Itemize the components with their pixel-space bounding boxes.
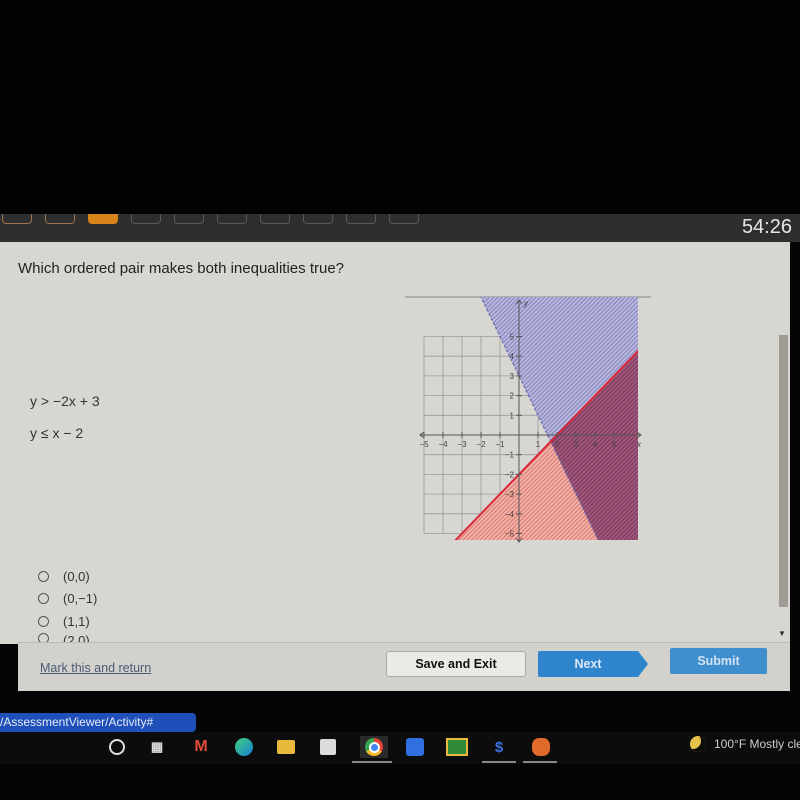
choice-option[interactable]: (0,0) [38,565,97,588]
y-tick-label: −4 [505,510,515,519]
next-button[interactable]: Next [538,651,638,677]
file-explorer-icon[interactable] [275,736,297,758]
progress-box-todo[interactable] [260,214,290,224]
google-classroom-icon[interactable] [446,736,468,758]
y-tick-label: 5 [510,333,515,342]
next-arrow-icon[interactable] [638,651,648,677]
app-running-indicator [523,761,557,763]
y-tick-label: 4 [510,352,515,361]
choice-option[interactable]: (2,0) [38,632,97,643]
x-tick-label: −5 [419,440,429,449]
answer-choices: (0,0) (0,−1) (1,1) (2,0) [38,565,97,643]
progress-box-todo[interactable] [217,214,247,224]
progress-box-todo[interactable] [389,214,419,224]
task-view-icon[interactable]: ▦ [146,736,168,758]
question-prompt: Which ordered pair makes both inequaliti… [18,260,345,277]
y-tick-label: 2 [510,392,515,401]
search-icon[interactable] [106,736,128,758]
progress-box-done[interactable] [2,214,32,224]
y-tick-label: −3 [505,490,515,499]
question-progress-bar [0,214,800,242]
x-tick-label: −3 [457,440,467,449]
screen-bezel-top [0,0,800,214]
app-running-indicator [482,761,516,763]
x-tick-label: −1 [495,440,505,449]
y-tick-label: 1 [510,411,515,420]
mark-and-return-link[interactable]: Mark this and return [40,661,151,675]
choice-option[interactable]: (0,−1) [38,588,97,611]
x-tick-label: 2 [555,440,560,449]
progress-box-todo[interactable] [131,214,161,224]
inequality-1: y > −2x + 3 [30,393,100,409]
moon-icon [690,736,706,752]
choice-label: (2,0) [63,632,90,643]
progress-box-todo[interactable] [346,214,376,224]
store-icon[interactable] [317,736,339,758]
progress-box-todo[interactable] [303,214,333,224]
x-tick-label: −2 [476,440,486,449]
scrollbar[interactable]: ▼ [776,250,788,638]
x-tick-label: 4 [593,440,598,449]
footer-bar: Mark this and return Save and Exit Next … [18,642,790,691]
y-tick-label: 3 [510,372,515,381]
choice-label: (0,−1) [63,591,98,607]
y-tick-label: −2 [505,470,515,479]
submit-button[interactable]: Submit [670,648,767,674]
app-icon[interactable]: $ [488,736,510,758]
edge-icon[interactable] [233,736,255,758]
progress-box-todo[interactable] [174,214,204,224]
choice-label: (1,1) [63,613,90,629]
y-tick-label: −1 [505,451,515,460]
radio-button[interactable] [38,632,49,643]
status-url: /AssessmentViewer/Activity# [0,713,196,732]
x-tick-label: 3 [574,440,579,449]
radio-button[interactable] [38,570,49,582]
scroll-thumb[interactable] [779,335,788,607]
radio-button[interactable] [38,593,49,605]
weather-text: 100°F Mostly cle [714,737,800,751]
avast-icon[interactable] [530,736,552,758]
scroll-down-arrow-icon[interactable]: ▼ [778,629,786,638]
app-running-indicator [352,761,392,763]
x-tick-label: −4 [438,440,448,449]
chrome-icon[interactable] [360,736,388,758]
progress-box-current[interactable] [88,214,118,224]
x-tick-label: 1 [536,440,541,449]
y-tick-label: −5 [505,530,515,539]
inequality-2: y ≤ x − 2 [30,425,84,441]
gmail-icon[interactable]: M [190,736,212,758]
google-docs-icon[interactable] [404,736,426,758]
progress-box-done[interactable] [45,214,75,224]
timer: 54:26 [741,216,792,238]
radio-button[interactable] [38,615,49,627]
x-tick-label: 5 [612,440,617,449]
x-axis-label: x [636,440,642,449]
choice-option[interactable]: (1,1) [38,610,97,633]
choice-label: (0,0) [63,568,90,584]
inequality-graph: −5 −4 −3 −2 −1 1 2 3 4 554321−1−2−3−4−5xy [405,296,651,543]
weather-widget[interactable]: 100°F Mostly cle [690,736,800,752]
question-panel [0,242,790,644]
save-and-exit-button[interactable]: Save and Exit [386,651,526,677]
